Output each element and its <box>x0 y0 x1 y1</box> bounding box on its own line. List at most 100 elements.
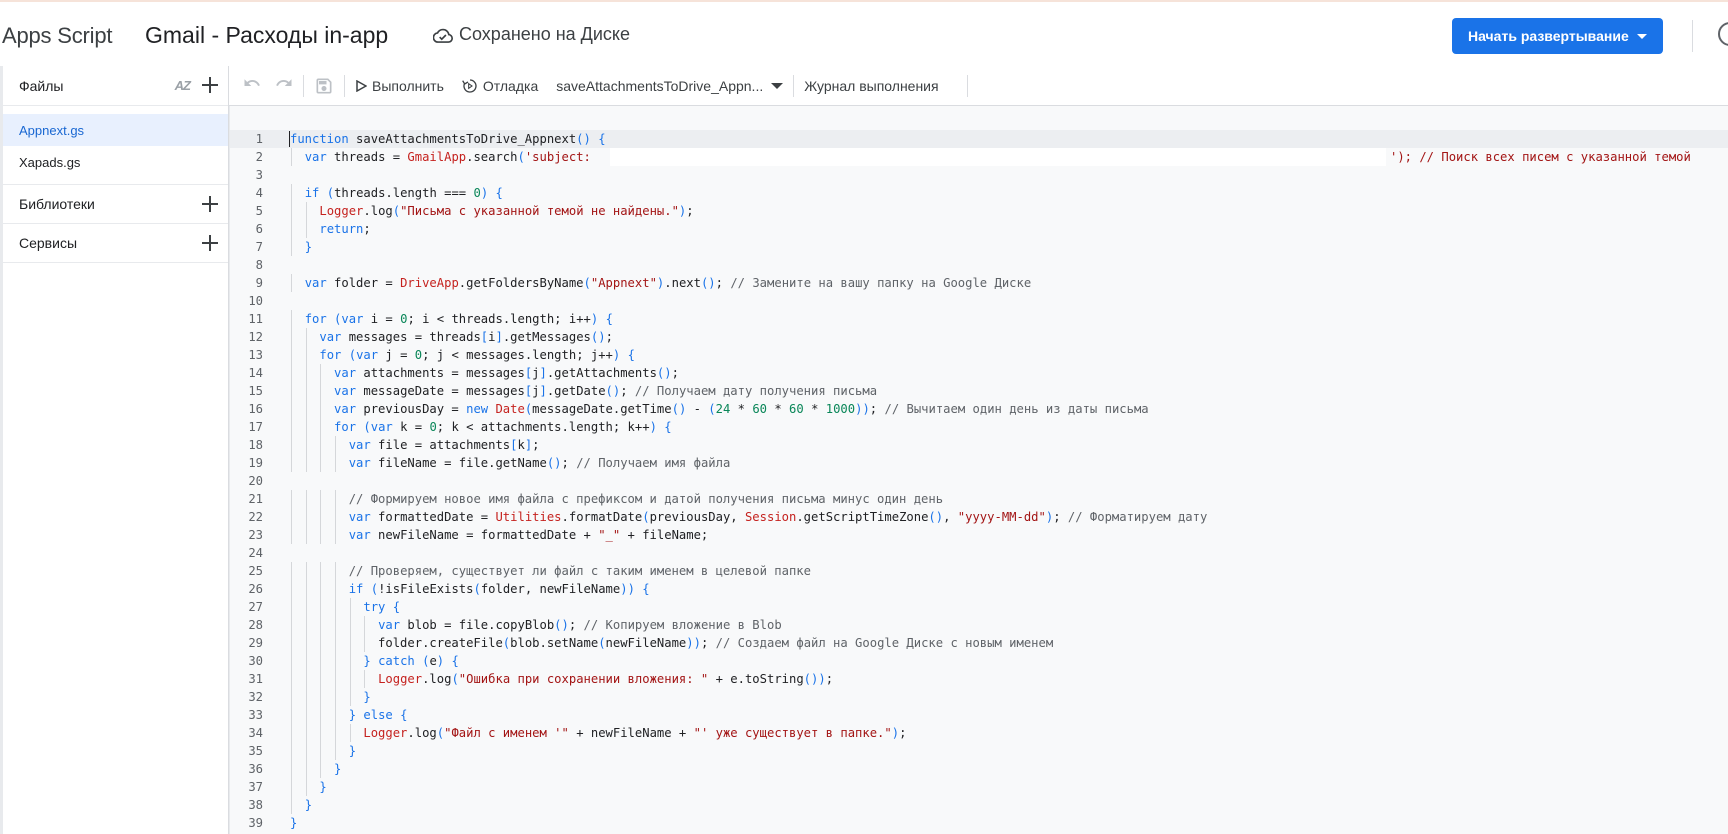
line-number: 20 <box>248 474 263 488</box>
debug-button-label: Отладка <box>482 77 539 94</box>
services-section[interactable]: Сервисы <box>3 224 228 263</box>
run-button[interactable]: Выполнить <box>355 78 444 94</box>
code-line[interactable]: 19 var fileName = file.getName(); // Пол… <box>230 454 1728 472</box>
code-line[interactable]: 2 var threads = GmailApp.search('subject… <box>230 148 1728 166</box>
code-line[interactable]: 29 folder.createFile(blob.setName(newFil… <box>230 634 1728 652</box>
add-library-icon[interactable] <box>200 194 220 214</box>
add-file-icon[interactable] <box>200 75 220 95</box>
code-line[interactable]: 32 } <box>230 688 1728 706</box>
code-line[interactable]: 38 } <box>230 796 1728 814</box>
code-text: '); // Поиск всех писем с указанной темо… <box>1390 150 1691 164</box>
function-select[interactable]: saveAttachmentsToDrive_Appn... <box>556 78 784 94</box>
file-sidebar: Файлы AZ Appnext.gs Xapads.gs Библиотеки… <box>0 66 229 834</box>
line-number: 23 <box>248 528 263 542</box>
save-status: Сохранено на Диске <box>433 24 630 45</box>
line-number: 21 <box>248 492 263 506</box>
code-line[interactable]: 21 // Формируем новое имя файла с префик… <box>230 490 1728 508</box>
line-number: 39 <box>248 816 263 830</box>
deploy-button-label: Начать развертывание <box>1468 28 1629 44</box>
code-line[interactable]: 12 var messages = threads[i].getMessages… <box>230 328 1728 346</box>
code-line[interactable]: 27 try { <box>230 598 1728 616</box>
code-line[interactable]: 37 } <box>230 778 1728 796</box>
line-number: 32 <box>248 690 263 704</box>
code-line[interactable]: 15 var messageDate = messages[j].getDate… <box>230 382 1728 400</box>
code-text: var formattedDate = Utilities.formatDate… <box>348 510 1208 524</box>
code-line[interactable]: 24 <box>230 544 1728 562</box>
deploy-button[interactable]: Начать развертывание <box>1452 18 1663 54</box>
add-service-icon[interactable] <box>200 233 220 253</box>
deploy-dropdown-icon[interactable] <box>1633 27 1651 48</box>
code-text: var folder = DriveApp.getFoldersByName("… <box>304 276 1032 290</box>
code-line[interactable]: 8 <box>230 256 1728 274</box>
code-line[interactable]: 6 return; <box>230 220 1728 238</box>
code-text: } <box>348 744 357 758</box>
code-line[interactable]: 34 Logger.log("Файл с именем '" + newFil… <box>230 724 1728 742</box>
code-line[interactable]: 18 var file = attachments[k]; <box>230 436 1728 454</box>
code-line[interactable]: 28 var blob = file.copyBlob(); // Копиру… <box>230 616 1728 634</box>
code-text: } <box>319 780 327 794</box>
code-line[interactable]: 20 <box>230 472 1728 490</box>
code-text: try { <box>363 600 401 614</box>
libraries-label: Библиотеки <box>19 196 95 212</box>
code-line[interactable]: 1 function saveAttachmentsToDrive_Appnext… <box>230 130 1728 148</box>
code-text: var threads = GmailApp.search('subject: <box>304 150 591 164</box>
code-line[interactable]: 36 } <box>230 760 1728 778</box>
code-line[interactable]: 7 } <box>230 238 1728 256</box>
code-line[interactable]: 3 <box>230 166 1728 184</box>
code-line[interactable]: 14 var attachments = messages[j].getAtta… <box>230 364 1728 382</box>
code-line[interactable]: 22 var formattedDate = Utilities.formatD… <box>230 508 1728 526</box>
line-number: 3 <box>255 168 263 182</box>
code-line[interactable]: 9 var folder = DriveApp.getFoldersByName… <box>230 274 1728 292</box>
code-line[interactable]: 33 } else { <box>230 706 1728 724</box>
code-line[interactable]: 39} <box>230 814 1728 832</box>
code-line[interactable]: 17 for (var k = 0; k < attachments.lengt… <box>230 418 1728 436</box>
line-number: 14 <box>248 366 263 380</box>
code-line[interactable]: 35 } <box>230 742 1728 760</box>
sort-az-icon[interactable]: AZ <box>175 78 191 93</box>
debug-button[interactable]: Отладка <box>461 77 539 94</box>
code-line[interactable]: 25 // Проверяем, существует ли файл с та… <box>230 562 1728 580</box>
code-line[interactable]: 26 if (!isFileExists(folder, newFileName… <box>230 580 1728 598</box>
code-line[interactable]: 11 for (var i = 0; i < threads.length; i… <box>230 310 1728 328</box>
code-line[interactable]: 23 var newFileName = formattedDate + "_"… <box>230 526 1728 544</box>
header-divider <box>1692 20 1693 52</box>
execution-log-button[interactable]: Журнал выполнения <box>804 78 938 94</box>
line-number: 10 <box>248 294 263 308</box>
top-bar: Apps Script Gmail - Расходы in-app Сохра… <box>0 0 1728 66</box>
code-text: for (var k = 0; k < attachments.length; … <box>334 420 672 434</box>
code-editor[interactable]: 1 function saveAttachmentsToDrive_Appnext… <box>229 106 1728 834</box>
code-text: function saveAttachmentsToDrive_Appnext(… <box>290 132 606 146</box>
code-text: var messages = threads[i].getMessages(); <box>319 330 613 344</box>
undo-icon[interactable] <box>243 74 261 97</box>
line-number: 33 <box>248 708 263 722</box>
code-line[interactable]: 13 for (var j = 0; j < messages.length; … <box>230 346 1728 364</box>
code-line[interactable]: 31 Logger.log("Ошибка при сохранении вло… <box>230 670 1728 688</box>
line-number: 36 <box>248 762 263 776</box>
line-number: 18 <box>248 438 263 452</box>
code-text: Logger.log("Файл с именем '" + newFileNa… <box>363 726 907 740</box>
line-number: 15 <box>248 384 263 398</box>
help-icon[interactable] <box>1718 22 1728 46</box>
code-line[interactable]: 5 Logger.log("Письма с указанной темой н… <box>230 202 1728 220</box>
code-text: } <box>304 240 313 254</box>
line-number: 11 <box>248 312 263 326</box>
code-text: // Формируем новое имя файла с префиксом… <box>348 492 944 506</box>
project-title[interactable]: Gmail - Расходы in-app <box>145 22 388 49</box>
line-number: 35 <box>248 744 263 758</box>
code-line[interactable]: 10 <box>230 292 1728 310</box>
code-area[interactable]: 1 function saveAttachmentsToDrive_Appnext… <box>230 130 1728 832</box>
run-icon <box>356 79 367 92</box>
line-number: 27 <box>248 600 263 614</box>
code-text: return; <box>319 222 371 236</box>
libraries-section[interactable]: Библиотеки <box>3 185 228 224</box>
caret-down-icon <box>771 82 784 89</box>
code-line[interactable]: 30 } catch (e) { <box>230 652 1728 670</box>
app-title[interactable]: Apps Script <box>2 23 112 49</box>
save-icon[interactable] <box>314 76 334 96</box>
code-line[interactable]: 4 if (threads.length === 0) { <box>230 184 1728 202</box>
code-text: var attachments = messages[j].getAttachm… <box>334 366 679 380</box>
code-line[interactable]: 16 var previousDay = new Date(messageDat… <box>230 400 1728 418</box>
file-item-appnext[interactable]: Appnext.gs <box>3 114 228 146</box>
redo-icon[interactable] <box>275 74 293 97</box>
file-item-xapads[interactable]: Xapads.gs <box>3 146 228 178</box>
